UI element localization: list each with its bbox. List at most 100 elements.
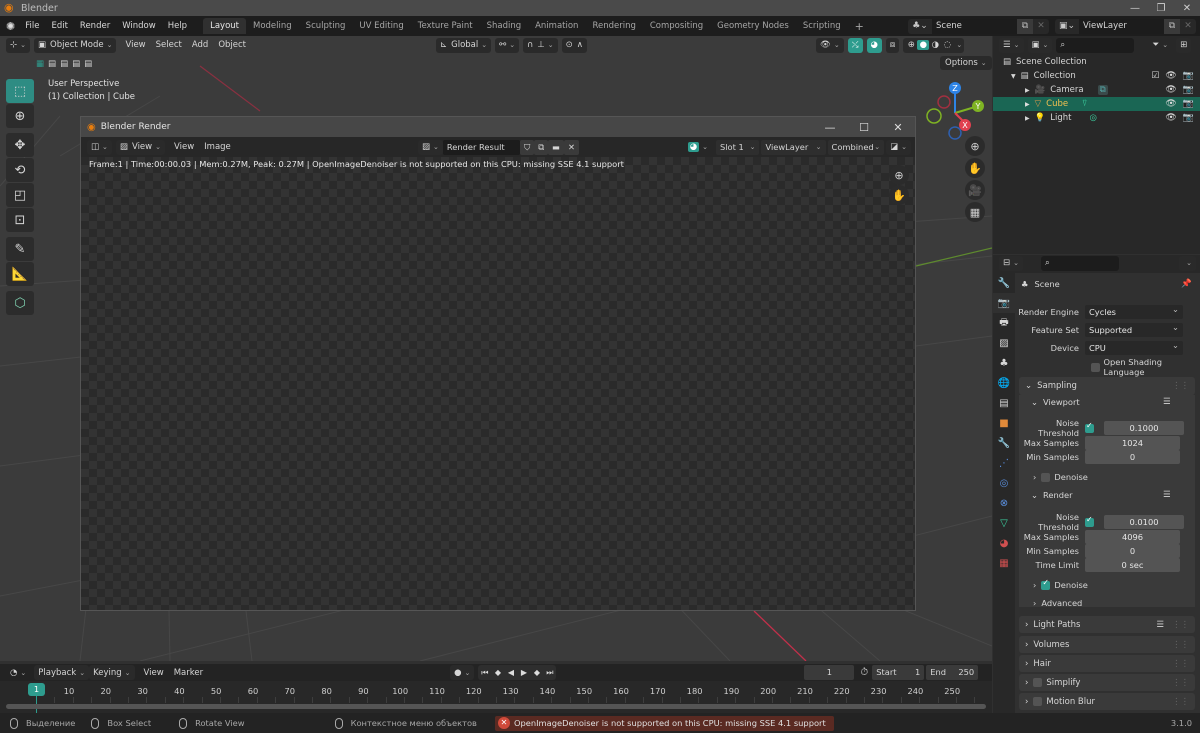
timeline-scrollbar[interactable] — [6, 704, 986, 709]
render-adaptive-checkbox[interactable] — [1085, 515, 1094, 527]
filter-dropdown[interactable]: ⏷ ⌄ — [1148, 38, 1172, 53]
viewport-menu-select[interactable]: Select — [151, 40, 187, 50]
render-camera-icon[interactable]: 📷 — [1183, 85, 1194, 95]
close-button[interactable]: ✕ — [1174, 3, 1200, 14]
jump-end-icon[interactable]: ⏭ — [543, 668, 556, 678]
pan-view-button[interactable]: ✋ — [965, 158, 985, 178]
display-channels-dropdown[interactable]: ◕ ⌄ — [684, 140, 712, 155]
viewport-adaptive-checkbox[interactable] — [1085, 421, 1094, 433]
image-name-field[interactable]: Render Result — [442, 139, 520, 155]
tab-constraints[interactable]: ⊗ — [993, 493, 1015, 513]
preview-range-icon[interactable]: ⏱ — [860, 667, 868, 678]
menu-file[interactable]: File — [19, 21, 45, 31]
expand-arrow-icon[interactable]: ▶ — [1025, 87, 1030, 94]
properties-search-input[interactable]: ⌕ — [1041, 255, 1119, 271]
proportional-edit-toggle[interactable]: ⊙ ∧ — [561, 37, 588, 53]
mesh-data-icon[interactable]: ⍢ — [1082, 99, 1087, 109]
viewport-menu-add[interactable]: Add — [187, 40, 213, 50]
slot-dropdown[interactable]: Slot 1 ⌄ — [715, 139, 760, 155]
drag-handle-icon[interactable]: ⋮⋮ — [1172, 620, 1189, 630]
tab-shading[interactable]: Shading — [480, 18, 529, 34]
viewlayer-name-input[interactable]: ViewLayer — [1079, 18, 1164, 34]
tab-uv-editing[interactable]: UV Editing — [352, 18, 410, 34]
tab-compositing[interactable]: Compositing — [643, 18, 710, 34]
wireframe-shading-icon[interactable]: ⊕ — [905, 40, 917, 50]
tab-modeling[interactable]: Modeling — [246, 18, 299, 34]
scene-name-input[interactable]: Scene — [932, 18, 1017, 34]
timeline-menu-view[interactable]: View — [139, 668, 169, 678]
osl-checkbox[interactable] — [1091, 362, 1100, 372]
options-dropdown[interactable]: Options ⌄ — [940, 56, 992, 70]
maximize-button[interactable]: ❐ — [1148, 3, 1174, 14]
display-mode-dropdown[interactable]: ▣ ⌄ — [1027, 37, 1053, 53]
shading-modes[interactable]: ⊕ ● ◑ ◌ ⌄ — [903, 37, 965, 53]
properties-editor-type[interactable]: ⊟ ⌄ — [999, 255, 1023, 271]
render-camera-icon[interactable]: 📷 — [1183, 71, 1194, 81]
outliner-row-collection[interactable]: ▼ ▤ Collection ☑ 👁 📷 — [993, 69, 1200, 83]
presets-list-icon[interactable]: ☰ — [1163, 490, 1171, 500]
transform-orientation-dropdown[interactable]: ⊾ Global ⌄ — [436, 37, 492, 53]
render-menu-image[interactable]: Image — [199, 142, 236, 152]
tab-texture[interactable]: ▦ — [993, 553, 1015, 573]
render-denoise-row[interactable]: › Denoise — [1033, 578, 1088, 591]
navigation-gizmo[interactable]: Z Y X — [920, 80, 990, 170]
viewlayer-selector[interactable]: ▣⌄ ViewLayer ⧉ ✕ — [1055, 18, 1196, 34]
render-pan-button[interactable]: ✋ — [889, 185, 909, 205]
menu-help[interactable]: Help — [162, 21, 193, 31]
tab-sculpting[interactable]: Sculpting — [299, 18, 353, 34]
scale-tool[interactable]: ◰ — [6, 183, 34, 207]
measure-tool[interactable]: 📐 — [6, 262, 34, 286]
keying-dropdown[interactable]: Keying ⌄ — [89, 665, 135, 680]
render-zoom-button[interactable]: ⊕ — [889, 165, 909, 185]
render-min-samples-field[interactable]: 0 — [1085, 544, 1180, 558]
outliner-row-cube[interactable]: ▶ ▽ Cube ⍢ 👁 📷 — [993, 97, 1200, 111]
viewport-menu-view[interactable]: View — [120, 40, 150, 50]
duplicate-viewlayer-icon[interactable]: ⧉ — [1164, 18, 1180, 34]
render-maximize-button[interactable]: ☐ — [847, 121, 881, 134]
render-layer-dropdown[interactable]: ViewLayer ⌄ — [761, 139, 826, 155]
render-subpanel-header[interactable]: ⌄ Render — [1031, 490, 1073, 500]
add-workspace-button[interactable]: + — [848, 17, 871, 36]
viewport-subpanel-header[interactable]: ⌄ Viewport — [1031, 397, 1080, 407]
tab-tool[interactable]: 🔧 — [993, 273, 1015, 293]
delete-scene-icon[interactable]: ✕ — [1033, 21, 1049, 31]
render-camera-icon[interactable]: 📷 — [1183, 113, 1194, 123]
duplicate-scene-icon[interactable]: ⧉ — [1017, 18, 1033, 34]
tab-output[interactable]: 🖶 — [993, 313, 1015, 333]
outliner-row-light[interactable]: ▶ 💡 Light ◎ 👁 📷 — [993, 111, 1200, 125]
device-dropdown[interactable]: CPU — [1085, 338, 1183, 355]
viewport-min-samples-field[interactable]: 0 — [1085, 450, 1180, 464]
render-close-button[interactable]: ✕ — [881, 121, 915, 134]
transform-tool[interactable]: ⊡ — [6, 208, 34, 232]
render-max-samples-field[interactable]: 4096 — [1085, 530, 1180, 544]
tab-scripting[interactable]: Scripting — [796, 18, 848, 34]
move-tool[interactable]: ✥ — [6, 133, 34, 157]
play-reverse-icon[interactable]: ◀ — [504, 668, 517, 677]
light-data-icon[interactable]: ◎ — [1089, 113, 1096, 123]
select-box-tool[interactable]: ⬚ — [6, 79, 34, 103]
ortho-toggle-button[interactable]: ▦ — [965, 202, 985, 222]
render-menu-view[interactable]: View — [169, 142, 199, 152]
drag-handle-icon[interactable]: ⋮⋮ — [1172, 640, 1189, 650]
menu-render[interactable]: Render — [74, 21, 116, 31]
tab-scene[interactable]: ♣ — [993, 353, 1015, 373]
rendered-shading-icon[interactable]: ◌ — [941, 40, 953, 50]
open-image-button[interactable]: ▬ — [548, 139, 564, 155]
gizmo-toggle[interactable]: ⤯ — [847, 37, 863, 53]
pin-icon[interactable]: 📌 — [1181, 279, 1192, 289]
viewport-denoise-row[interactable]: › Denoise — [1033, 472, 1088, 482]
advanced-subpanel-header[interactable]: › Advanced — [1033, 598, 1082, 608]
new-collection-button[interactable]: ⊞ — [1176, 37, 1192, 53]
menu-window[interactable]: Window — [116, 21, 162, 31]
editor-type-button[interactable]: ⊹ ⌄ — [6, 37, 30, 53]
simplify-checkbox[interactable] — [1033, 678, 1043, 687]
tab-rendering[interactable]: Rendering — [585, 18, 642, 34]
select-invert-icon[interactable]: ▤ — [72, 59, 80, 69]
xray-toggle[interactable]: ⧈ — [885, 37, 900, 53]
current-frame-field[interactable]: 1 — [804, 665, 855, 680]
blender-menu-icon[interactable]: ✺ — [0, 20, 19, 33]
jump-start-icon[interactable]: ⏮ — [478, 668, 491, 678]
tab-view-layer[interactable]: ▨ — [993, 333, 1015, 353]
time-limit-field[interactable]: 0 sec — [1085, 558, 1180, 572]
drag-handle-icon[interactable]: ⋮⋮ — [1172, 678, 1189, 688]
